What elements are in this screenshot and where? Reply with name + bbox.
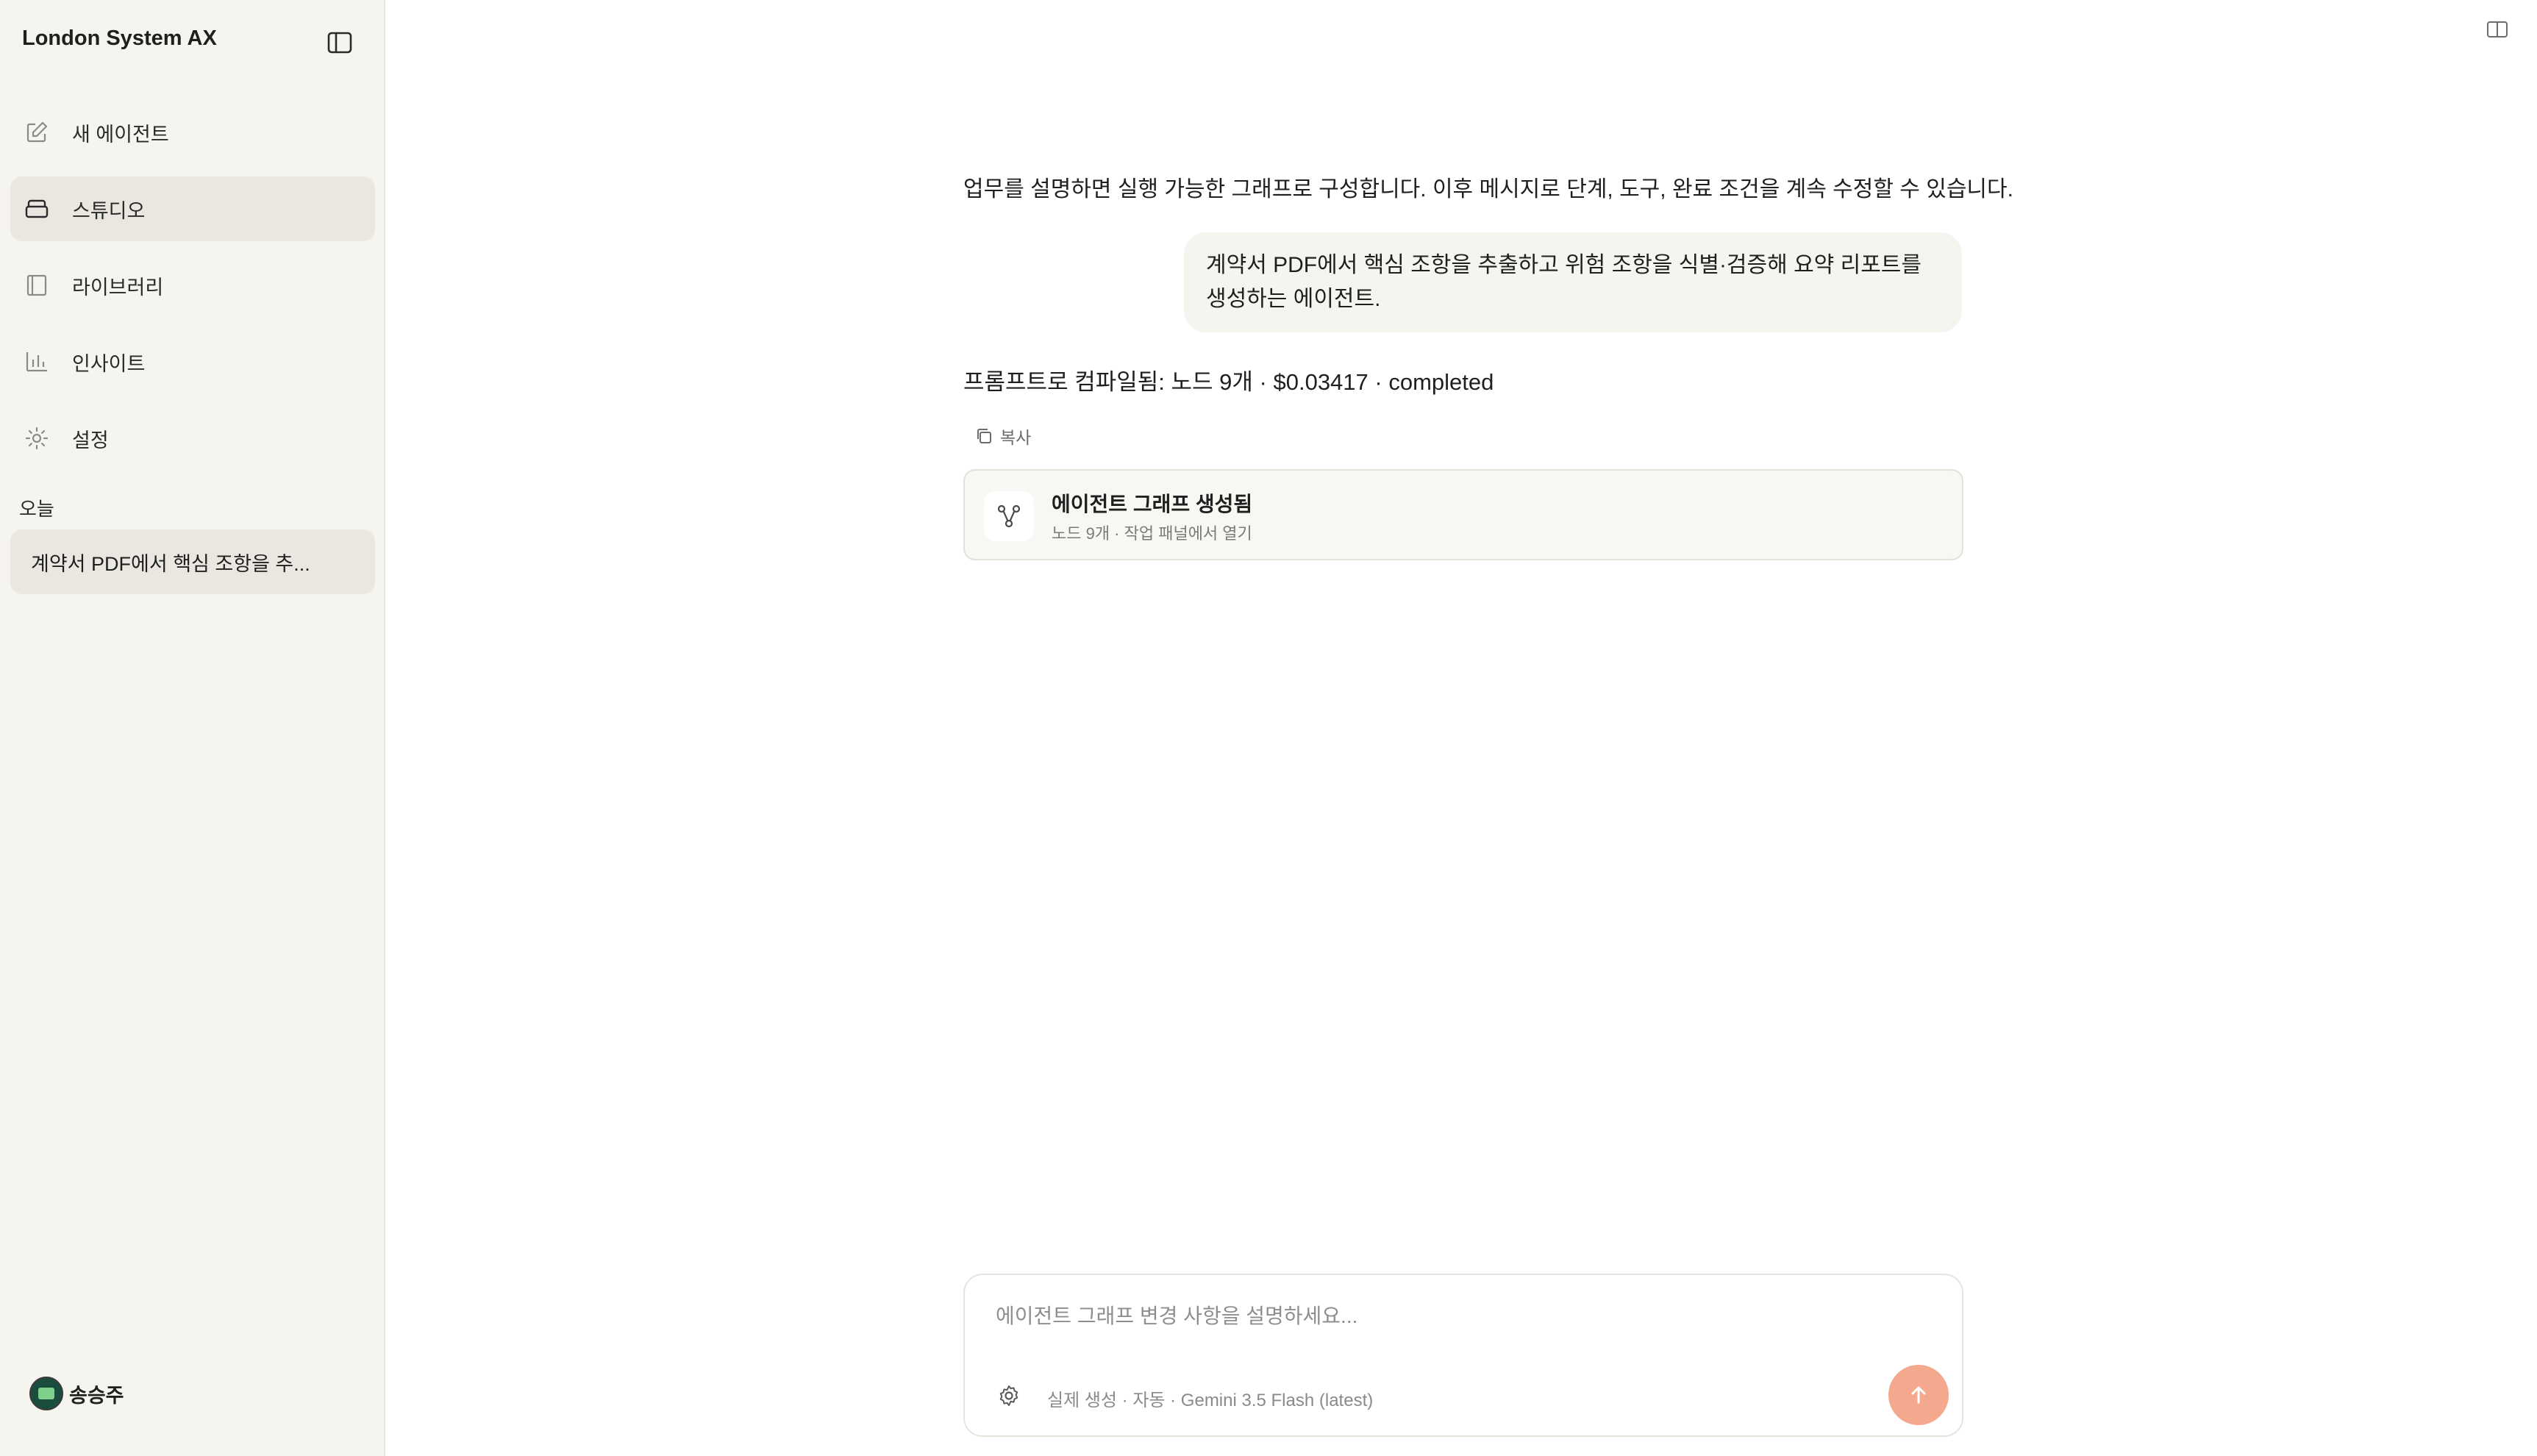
sidebar-item-settings[interactable]: 설정 [10, 406, 375, 471]
sidebar-item-label: 인사이트 [72, 352, 146, 375]
sidebar-nav: 새 에이전트 스튜디오 라이브러리 인사이트 설정 [10, 100, 375, 482]
app-window: London System AX 새 에이전트 스튜디오 라이브러리 인사이트 … [0, 0, 2537, 1456]
edit-icon [24, 119, 50, 146]
agent-graph-card[interactable]: 에이전트 그래프 생성됨 노드 9개 · 작업 패널에서 열기 [963, 469, 1963, 560]
sidebar-item-studio[interactable]: 스튜디오 [10, 176, 375, 241]
avatar [29, 1377, 63, 1410]
history-item[interactable]: 계약서 PDF에서 핵심 조항을 추... [10, 529, 375, 594]
compile-status-text: 프롬프트로 컴파일됨: 노드 9개 · $0.03417 · completed [963, 369, 1494, 395]
message-input[interactable] [996, 1305, 1878, 1328]
sidebar-item-label: 라이브러리 [72, 276, 164, 299]
graph-icon [984, 491, 1034, 541]
sidebar-item-library[interactable]: 라이브러리 [10, 253, 375, 318]
model-info-text: 실제 생성 · 자동 · Gemini 3.5 Flash (latest) [1047, 1391, 1374, 1410]
message-composer: 실제 생성 · 자동 · Gemini 3.5 Flash (latest) [963, 1274, 1963, 1437]
copy-button[interactable]: 복사 [975, 424, 1031, 449]
user-name: 송승주 [69, 1384, 124, 1407]
user-message-bubble: 계약서 PDF에서 핵심 조항을 추출하고 위험 조항을 식별·검증해 요약 리… [1184, 232, 1962, 332]
sidebar-item-label: 설정 [72, 429, 109, 452]
chart-icon [24, 349, 50, 375]
graph-card-title: 에이전트 그래프 생성됨 [1052, 493, 1253, 515]
sidebar-item-insights[interactable]: 인사이트 [10, 329, 375, 394]
sidebar-item-label: 스튜디오 [72, 199, 146, 222]
library-icon [24, 272, 50, 299]
sidebar-toggle-button[interactable] [324, 28, 356, 57]
sidebar: London System AX 새 에이전트 스튜디오 라이브러리 인사이트 … [0, 0, 385, 1456]
assistant-intro-message: 업무를 설명하면 실행 가능한 그래프로 구성합니다. 이후 메시지로 단계, … [963, 177, 2013, 201]
graph-card-subtitle: 노드 9개 · 작업 패널에서 열기 [1052, 524, 1252, 543]
brand-title: London System AX [22, 26, 217, 50]
send-button[interactable] [1888, 1365, 1949, 1425]
sidebar-item-label: 새 에이전트 [72, 123, 169, 146]
panel-toggle-button[interactable] [2483, 18, 2512, 41]
copy-icon [975, 427, 993, 445]
user-profile[interactable]: 송승주 [29, 1377, 124, 1410]
copy-label: 복사 [1000, 428, 1032, 447]
gear-icon [999, 1385, 1018, 1406]
history-section-label: 오늘 [19, 498, 54, 520]
panel-toggle-icon [2487, 21, 2508, 38]
sidebar-toggle-icon [327, 32, 352, 54]
composer-settings-button[interactable] [994, 1381, 1024, 1410]
sidebar-item-new-agent[interactable]: 새 에이전트 [10, 100, 375, 165]
studio-icon [24, 196, 50, 222]
arrow-up-icon [1911, 1386, 1926, 1404]
settings-icon [24, 425, 50, 452]
